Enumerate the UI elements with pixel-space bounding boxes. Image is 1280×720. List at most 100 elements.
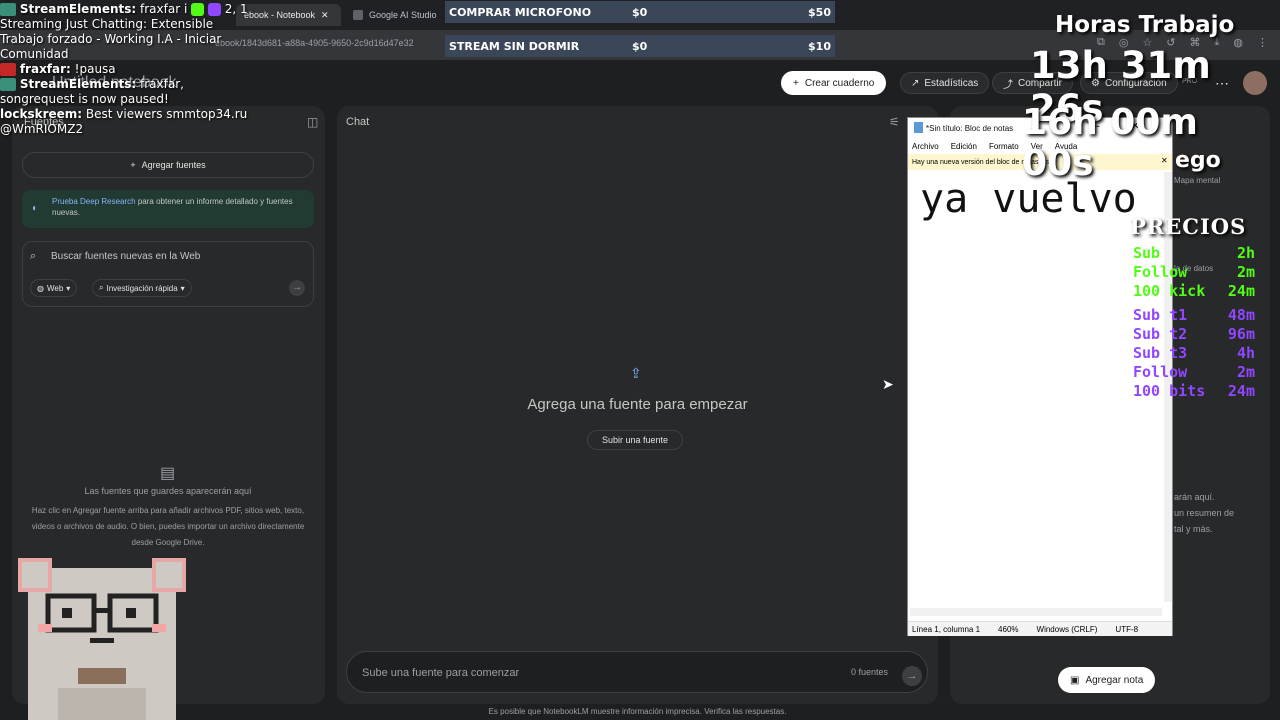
chat-user: lockskreem: bbox=[0, 107, 83, 121]
chat-message: lockskreem: Best viewers smmtop34.ru @Wm… bbox=[0, 107, 250, 137]
bot-avatar-icon bbox=[0, 78, 16, 91]
studio-empty-line1: arán aquí. bbox=[1174, 492, 1215, 502]
search-icon: ⌕ bbox=[30, 250, 37, 262]
bot-avatar-icon bbox=[0, 3, 16, 16]
hours-remaining: 16h 00m 00s bbox=[1022, 102, 1198, 184]
chat-title: Chat bbox=[346, 116, 370, 128]
chat-user: StreamElements: bbox=[19, 2, 137, 16]
chevron-down-icon: ▾ bbox=[66, 283, 71, 293]
web-chip[interactable]: ◍ Web ▾ bbox=[30, 279, 78, 297]
tab-notebook[interactable]: ebook - Notebook ✕ bbox=[236, 4, 341, 26]
sources-empty-title: Las fuentes que guardes aparecerán aquí bbox=[84, 486, 252, 496]
goal-label: STREAM SIN DORMIR bbox=[449, 40, 580, 53]
goal-current: $0 bbox=[632, 40, 648, 53]
prices-title: PRECIOS bbox=[1130, 214, 1247, 239]
upload-source-button[interactable]: Subir una fuente bbox=[587, 430, 684, 450]
disclaimer: Es posible que NotebookLM muestre inform… bbox=[488, 707, 787, 716]
status-encoding: UTF-8 bbox=[1115, 624, 1139, 634]
goal-current: $0 bbox=[632, 6, 648, 19]
studio-empty-line3: tal y más. bbox=[1174, 524, 1213, 534]
upload-icon: ⇪ bbox=[630, 365, 642, 381]
status-zoom: 460% bbox=[998, 624, 1019, 634]
note-icon: ▣ bbox=[1070, 674, 1080, 686]
send-arrow-icon[interactable]: → bbox=[902, 666, 922, 686]
sources-empty-desc: Haz clic en Agregar fuente arriba para a… bbox=[31, 506, 305, 547]
menu-archivo[interactable]: Archivo bbox=[912, 142, 939, 151]
source-count: 0 fuentes bbox=[851, 667, 889, 677]
plus-icon: + bbox=[130, 160, 136, 170]
price-row-twitch: Sub t3 4h bbox=[1133, 344, 1255, 362]
deep-research-link[interactable]: Prueba Deep Research bbox=[52, 197, 136, 206]
studio-partial-title: ego bbox=[1175, 148, 1221, 173]
goal-label: COMPRAR MICROFONO bbox=[449, 6, 592, 19]
price-row-kick: Sub 2h bbox=[1133, 244, 1255, 262]
chevron-down-icon: ▾ bbox=[180, 283, 185, 293]
price-row-kick: Follow 2m bbox=[1133, 263, 1255, 281]
ai-studio-favicon-icon bbox=[353, 10, 363, 20]
status-position: Línea 1, columna 1 bbox=[912, 624, 981, 634]
hours-title: Horas Trabajo bbox=[1055, 12, 1235, 38]
share-icon: ⤴ bbox=[1003, 79, 1013, 91]
menu-formato[interactable]: Formato bbox=[989, 142, 1019, 151]
tab-label: Google AI Studio bbox=[369, 10, 437, 20]
chat-message: StreamElements: fraxfar i 2, 1 bbox=[0, 2, 250, 17]
stats-label: Estadísticas bbox=[924, 77, 979, 89]
chat-text: !pausa bbox=[74, 62, 116, 76]
goal-bar-microphone: COMPRAR MICROFONO $0 $50 bbox=[445, 1, 835, 23]
price-row-twitch: 100 bits 24m bbox=[1133, 382, 1255, 400]
stats-button[interactable]: ↗ Estadísticas bbox=[900, 72, 990, 94]
research-mode-label: Investigación rápida bbox=[106, 283, 178, 293]
price-row-twitch: Sub t2 96m bbox=[1133, 325, 1255, 343]
close-icon[interactable]: ✕ bbox=[321, 10, 329, 21]
pixel-cat-avatar bbox=[18, 558, 186, 720]
globe-icon: ◍ bbox=[37, 283, 44, 293]
tab-label: ebook - Notebook bbox=[244, 10, 316, 20]
chat-badge-count: 2, 1 bbox=[224, 2, 248, 16]
sparkle-icon: ◐ bbox=[32, 203, 39, 214]
add-sources-button[interactable]: + Agregar fuentes bbox=[22, 152, 314, 178]
tune-icon[interactable]: ⚟ bbox=[889, 115, 900, 129]
search-sparkle-icon: ⌕ bbox=[99, 283, 104, 292]
chat-user: StreamElements: bbox=[19, 77, 137, 91]
search-input[interactable]: Buscar fuentes nuevas en la Web bbox=[51, 251, 200, 262]
chat-empty-prompt: Agrega una fuente para empezar bbox=[527, 396, 748, 413]
goal-target: $50 bbox=[808, 6, 831, 19]
goal-target: $10 bbox=[808, 40, 831, 53]
trending-icon: ↗ bbox=[911, 77, 920, 89]
submit-arrow-icon[interactable]: → bbox=[289, 280, 305, 296]
status-eol: Windows (CRLF) bbox=[1036, 624, 1098, 634]
chat-message: fraxfar: !pausa bbox=[0, 62, 250, 77]
price-row-twitch: Follow 2m bbox=[1133, 363, 1255, 381]
prices-list: Sub 2h Follow 2m 100 kick 24m Sub t1 48m Sub… bbox=[1133, 244, 1255, 401]
chat-text: fraxfar i bbox=[140, 2, 188, 16]
research-mode-chip[interactable]: ⌕ Investigación rápida ▾ bbox=[92, 279, 192, 297]
kick-icon bbox=[191, 3, 205, 16]
chat-input[interactable]: Sube una fuente para comenzar bbox=[362, 667, 519, 679]
web-chip-label: Web bbox=[46, 283, 64, 293]
stream-chat-overlay: StreamElements: fraxfar i 2, 1 Streaming… bbox=[0, 2, 250, 137]
notepad-statusbar: Línea 1, columna 1 460% Windows (CRLF) U… bbox=[908, 621, 1172, 636]
chat-user: fraxfar: bbox=[19, 62, 71, 76]
chat-message: StreamElements: fraxfar, songrequest is … bbox=[0, 77, 250, 107]
document-icon: ▤ bbox=[160, 465, 176, 482]
horizontal-scrollbar[interactable] bbox=[910, 608, 1162, 616]
price-row-kick: 100 kick 24m bbox=[1133, 282, 1255, 300]
create-notebook-label: Crear cuaderno bbox=[804, 77, 875, 89]
add-note-button[interactable]: ▣ Agregar nota bbox=[1058, 667, 1156, 693]
notepad-title: *Sin título: Bloc de notas bbox=[926, 123, 1014, 133]
create-notebook-button[interactable]: + Crear cuaderno bbox=[781, 71, 887, 95]
twitch-icon bbox=[207, 3, 221, 16]
user-avatar-icon bbox=[0, 63, 16, 76]
tab-ai-studio[interactable]: Google AI Studio bbox=[345, 4, 445, 26]
notepad-app-icon bbox=[914, 122, 923, 133]
deep-research-banner: Prueba Deep Research para obtener un inf… bbox=[22, 190, 314, 228]
menu-edicion[interactable]: Edición bbox=[951, 142, 977, 151]
price-row-twitch: Sub t1 48m bbox=[1133, 306, 1255, 324]
mouse-cursor-icon: ➤ bbox=[882, 376, 894, 392]
studio-empty-line2: un resumen de bbox=[1174, 508, 1235, 518]
add-sources-label: Agregar fuentes bbox=[141, 160, 206, 170]
goal-bar-no-sleep: STREAM SIN DORMIR $0 $10 bbox=[445, 35, 835, 57]
add-note-label: Agregar nota bbox=[1085, 674, 1144, 686]
chat-message: Streaming Just Chatting: Extensible Trab… bbox=[0, 17, 222, 61]
collapse-panel-icon[interactable]: ◫ bbox=[307, 115, 318, 129]
